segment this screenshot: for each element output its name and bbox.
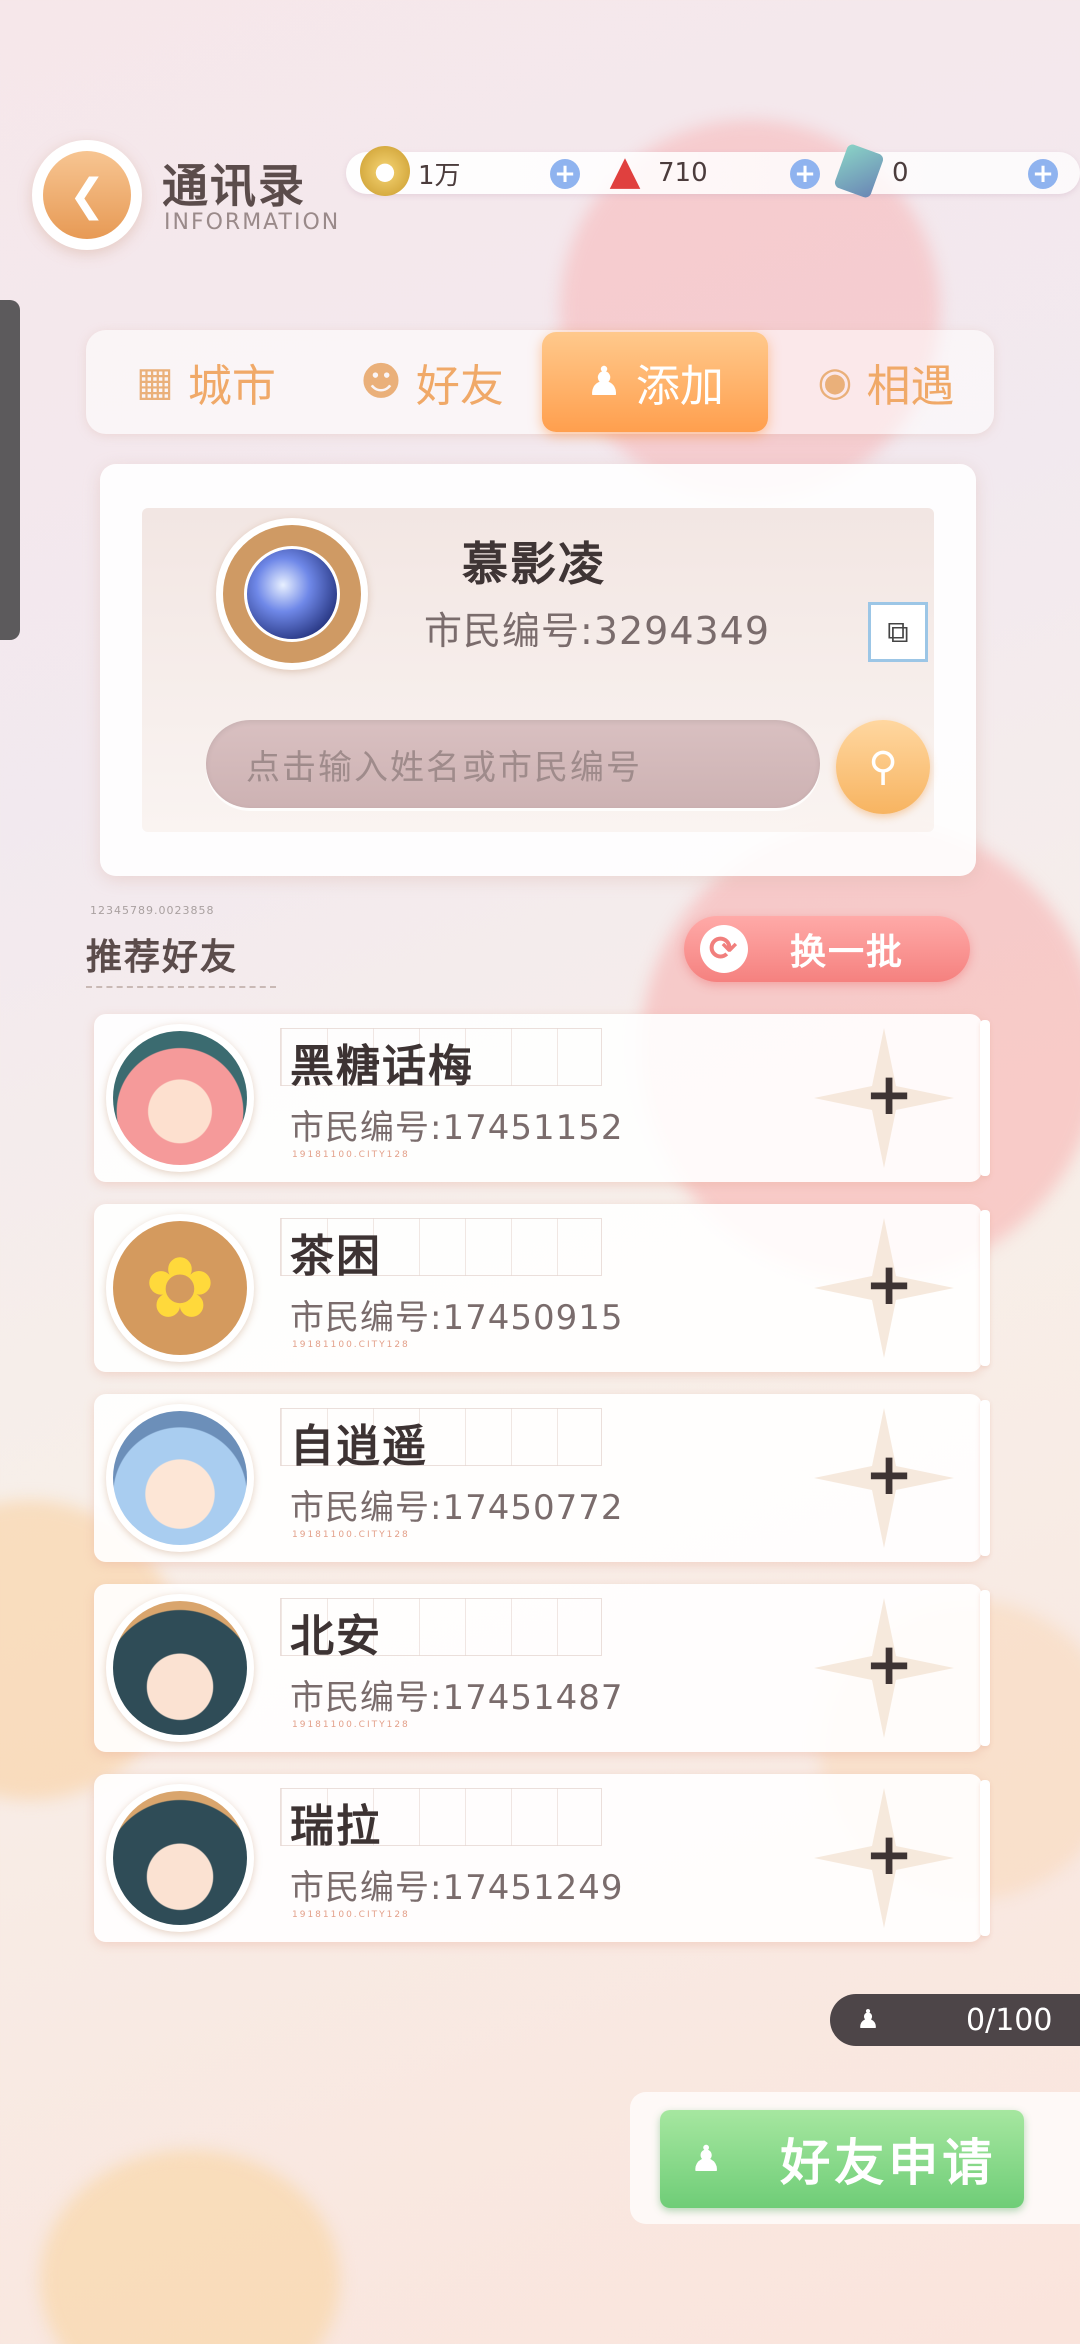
- yellow-flower-avatar: ✿: [113, 1221, 247, 1355]
- avatar[interactable]: [106, 1784, 254, 1932]
- avatar[interactable]: [106, 1024, 254, 1172]
- tab-add[interactable]: ♟ 添加: [542, 332, 768, 432]
- friend-id: 市民编号:17450915: [290, 1298, 624, 1338]
- pink-hair-girl-avatar: [113, 1031, 247, 1165]
- blue-hair-girl-avatar: [113, 1411, 247, 1545]
- side-handle[interactable]: [0, 300, 20, 640]
- avatar[interactable]: ✿: [106, 1214, 254, 1362]
- my-avatar[interactable]: [216, 518, 368, 670]
- add-friend-button[interactable]: +: [864, 1824, 914, 1884]
- add-friend-button[interactable]: +: [864, 1634, 914, 1694]
- back-button[interactable]: ❮: [32, 140, 142, 250]
- page-title: 通讯录: [162, 159, 306, 213]
- add-card-button[interactable]: +: [1028, 159, 1058, 189]
- friend-row: 自逍遥 市民编号:17450772 19181100.CITY128 +: [94, 1394, 990, 1562]
- encounter-icon: ◉: [817, 359, 853, 405]
- friend-row: 黑糖话梅 市民编号:17451152 19181100.CITY128 +: [94, 1014, 990, 1182]
- recommend-title: 推荐好友: [86, 937, 239, 978]
- friend-id: 市民编号:17450772: [290, 1488, 624, 1528]
- friend-icon: ☻: [360, 359, 402, 405]
- dark-hair-boy-avatar: [113, 1601, 247, 1735]
- friend-id: 市民编号:17451249: [290, 1868, 624, 1908]
- gold-coin-icon: ●: [360, 146, 410, 196]
- add-user-icon: ♟: [586, 359, 622, 405]
- back-arrow-icon: ❮: [43, 151, 131, 239]
- copy-icon: ⧉: [887, 614, 909, 650]
- dark-hair-boy-avatar: [113, 1791, 247, 1925]
- friend-name: 茶困: [290, 1231, 382, 1282]
- add-friend-button[interactable]: +: [864, 1444, 914, 1504]
- add-gem-button[interactable]: +: [790, 159, 820, 189]
- resource-gem: ▲ 710: [600, 148, 708, 194]
- my-name: 慕影凌: [462, 537, 606, 591]
- search-button[interactable]: ⚲: [836, 720, 930, 814]
- tab-city[interactable]: ▦ 城市: [106, 330, 306, 434]
- recommend-code: 12345789.0023858: [90, 904, 215, 917]
- user-icon: ♟: [856, 2005, 880, 2035]
- resource-bar: ● 1万 + ▲ 710 + 0 +: [346, 142, 1080, 200]
- friend-row: 北安 市民编号:17451487 19181100.CITY128 +: [94, 1584, 990, 1752]
- friend-requests-button[interactable]: ♟ 好友申请: [660, 2110, 1024, 2208]
- add-gold-button[interactable]: +: [550, 159, 580, 189]
- add-friend-button[interactable]: +: [864, 1064, 914, 1124]
- refresh-icon: ⟳: [700, 925, 748, 973]
- lightning-orb-icon: [244, 546, 340, 642]
- friend-row: ✿ 茶困 市民编号:17450915 19181100.CITY128 +: [94, 1204, 990, 1372]
- tab-friends[interactable]: ☻ 好友: [332, 330, 532, 434]
- resource-card: 0: [833, 142, 909, 200]
- avatar[interactable]: [106, 1404, 254, 1552]
- tab-bar: ▦ 城市 ☻ 好友 ♟ 添加 ◉ 相遇: [86, 330, 994, 434]
- friend-name: 自逍遥: [290, 1421, 428, 1472]
- card-ticket-icon: [833, 142, 885, 200]
- refresh-button[interactable]: ⟳ 换一批: [684, 916, 970, 982]
- city-icon: ▦: [136, 359, 174, 405]
- search-input[interactable]: 点击输入姓名或市民编号: [206, 720, 820, 808]
- page-subtitle: INFORMATION: [164, 210, 341, 235]
- friend-name: 瑞拉: [290, 1801, 382, 1852]
- add-user-icon: ♟: [690, 2138, 727, 2180]
- resource-gold: ● 1万: [360, 146, 461, 196]
- my-citizen-id: 市民编号:3294349: [424, 609, 771, 653]
- tab-encounter[interactable]: ◉ 相遇: [786, 330, 986, 434]
- friend-name: 北安: [290, 1611, 382, 1662]
- request-count: ♟ 0/100: [830, 1994, 1080, 2046]
- friend-id: 市民编号:17451487: [290, 1678, 624, 1718]
- profile-card: [100, 464, 976, 876]
- search-icon: ⚲: [868, 744, 898, 790]
- add-friend-button[interactable]: +: [864, 1254, 914, 1314]
- friend-name: 黑糖话梅: [290, 1041, 474, 1092]
- friend-id: 市民编号:17451152: [290, 1108, 624, 1148]
- copy-id-button[interactable]: ⧉: [868, 602, 928, 662]
- fire-gem-icon: ▲: [609, 148, 641, 194]
- friend-row: 瑞拉 市民编号:17451249 19181100.CITY128 +: [94, 1774, 990, 1942]
- avatar[interactable]: [106, 1594, 254, 1742]
